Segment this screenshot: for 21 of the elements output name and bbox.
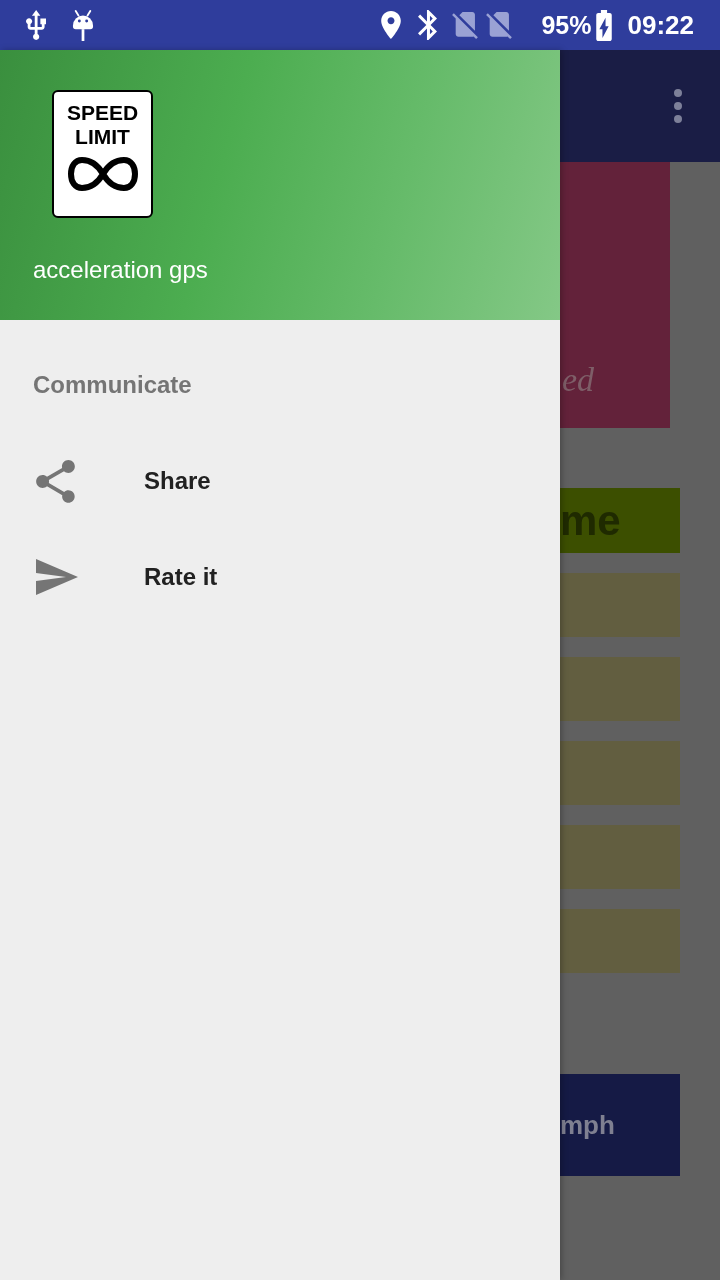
sign-text: SPEED xyxy=(66,101,139,125)
app-title: acceleration gps xyxy=(33,256,209,284)
section-header: Communicate xyxy=(33,371,193,399)
bluetooth-icon xyxy=(418,10,438,40)
battery-percentage: 95% xyxy=(541,12,592,38)
location-pin-icon xyxy=(381,11,402,39)
no-sim-icon xyxy=(452,11,480,39)
robot-head-icon xyxy=(72,9,94,41)
share-icon xyxy=(36,459,75,503)
drawer-menu-item[interactable]: Share xyxy=(0,433,560,529)
card-script-text: ed xyxy=(562,360,596,400)
drawer-menu-item[interactable]: Rate it xyxy=(0,529,560,625)
speed-unit-text: mph xyxy=(560,1112,615,1138)
infinity-icon xyxy=(67,155,138,193)
send-icon xyxy=(36,559,78,595)
no-sim-icon xyxy=(486,11,514,39)
clock-time: 09:22 xyxy=(627,12,694,38)
battery-charging-icon xyxy=(593,9,614,41)
overflow-menu-icon[interactable] xyxy=(674,89,682,123)
usb-icon xyxy=(26,10,46,40)
sign-text: LIMIT xyxy=(75,125,130,149)
